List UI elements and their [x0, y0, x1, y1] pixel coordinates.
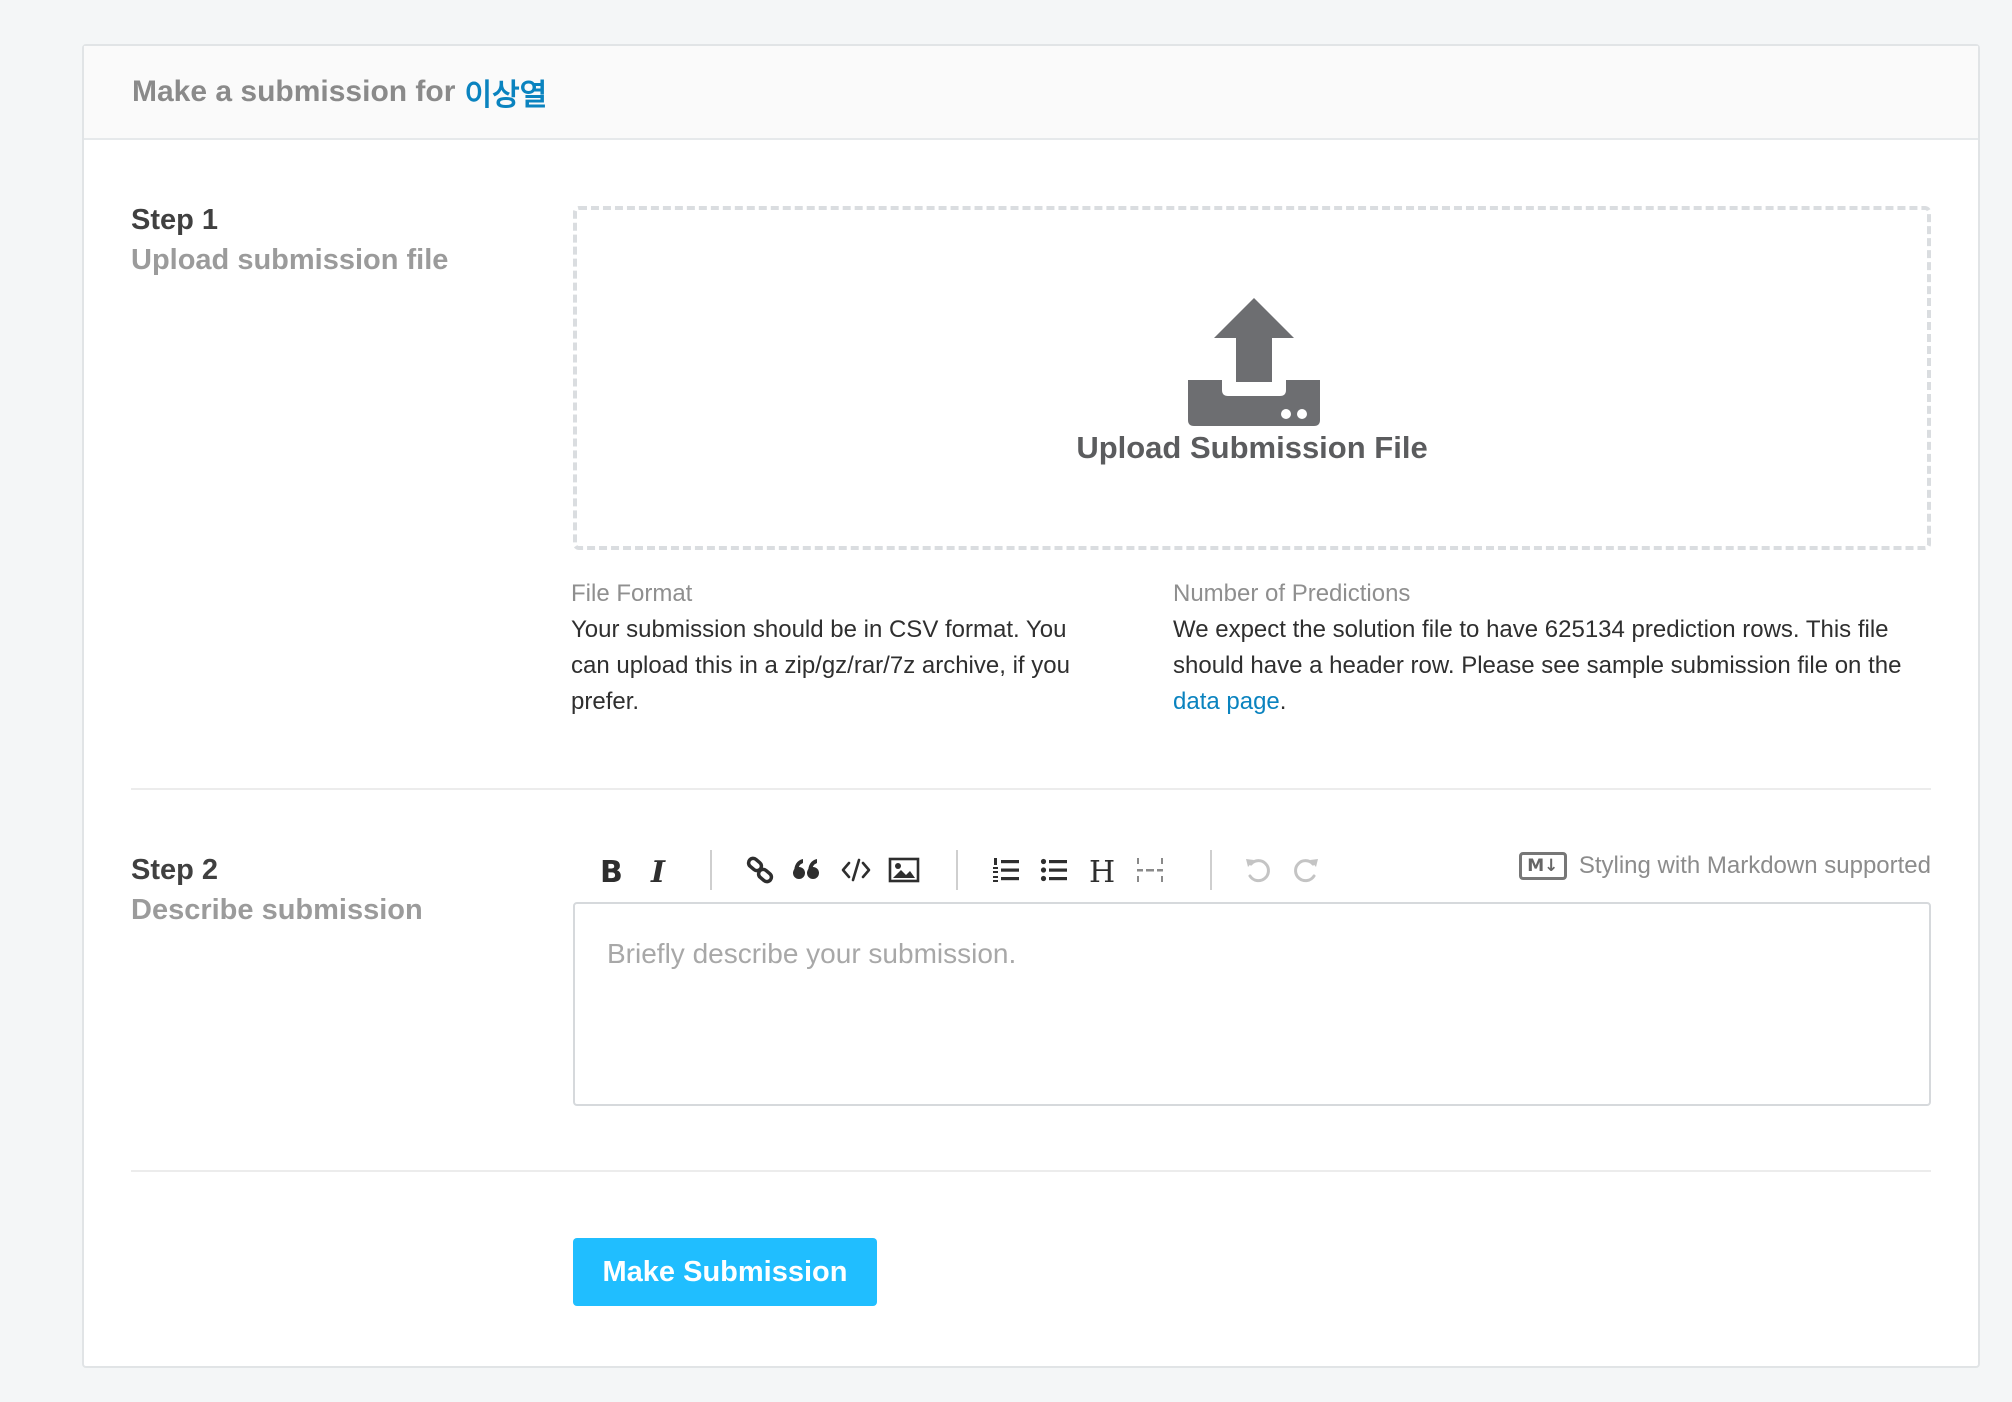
toolbar-separator [710, 850, 712, 890]
section-divider [131, 1170, 1931, 1172]
predictions-title: Number of Predictions [1173, 580, 1411, 607]
card-header: Make a submission for 이상열 [84, 46, 1978, 140]
bold-icon[interactable]: B [590, 846, 634, 894]
predictions-info: Number of Predictions We expect the solu… [1173, 580, 1913, 720]
section-divider [131, 788, 1931, 790]
markdown-note-text: Styling with Markdown supported [1578, 852, 1931, 879]
horizontal-rule-icon[interactable] [1128, 846, 1172, 894]
upload-dropzone[interactable]: Upload Submission File [573, 206, 1931, 550]
code-icon[interactable] [834, 846, 878, 894]
image-icon[interactable] [882, 846, 926, 894]
redo-icon[interactable] [1284, 846, 1328, 894]
header-title: Make a submission for [132, 75, 456, 108]
step2-label: Step 2 [131, 854, 219, 886]
file-format-title: File Format [571, 580, 693, 607]
ordered-list-icon[interactable] [984, 846, 1028, 894]
italic-icon[interactable]: I [638, 846, 682, 894]
quote-icon[interactable] [784, 846, 828, 894]
step1-subtitle: Upload submission file [131, 244, 449, 276]
unordered-list-icon[interactable] [1032, 846, 1076, 894]
file-format-info: File Format Your submission should be in… [571, 580, 1091, 720]
toolbar-separator [1210, 850, 1212, 890]
svg-text:B: B [600, 855, 623, 886]
heading-icon[interactable]: H [1080, 846, 1124, 894]
markdown-icon: M↓ [1518, 852, 1567, 880]
svg-text:H: H [1089, 855, 1115, 886]
make-submission-button[interactable]: Make Submission [573, 1238, 877, 1306]
predictions-body: We expect the solution file to have 6251… [1173, 612, 1913, 720]
description-textarea[interactable] [573, 902, 1931, 1106]
step1-label: Step 1 [131, 204, 219, 236]
toolbar-separator [956, 850, 958, 890]
link-icon[interactable] [738, 846, 782, 894]
data-page-link[interactable]: data page [1173, 688, 1280, 715]
step2-subtitle: Describe submission [131, 894, 423, 926]
file-format-body: Your submission should be in CSV format.… [571, 616, 1070, 715]
markdown-note: M↓ Styling with Markdown supported [1518, 852, 1931, 880]
predictions-text: We expect the solution file to have 6251… [1173, 616, 1902, 679]
predictions-text-end: . [1279, 688, 1287, 715]
upload-label: Upload Submission File [1076, 430, 1428, 465]
upload-icon [1188, 298, 1320, 426]
undo-icon[interactable] [1236, 846, 1280, 894]
user-name-link[interactable]: 이상열 [464, 70, 547, 114]
svg-text:I: I [650, 855, 666, 886]
